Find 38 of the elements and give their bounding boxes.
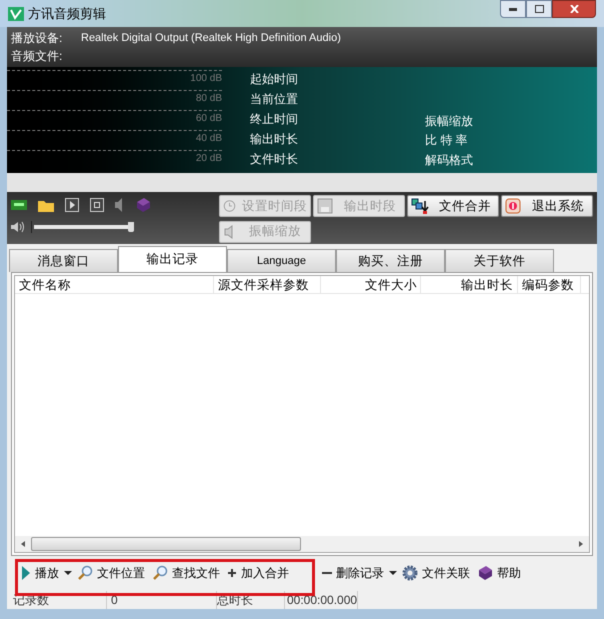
column-header[interactable]: 编码参数 [518,276,581,293]
toolbar-button[interactable]: 退出系统 [501,195,593,217]
column-header[interactable]: 文件大小 [321,276,421,293]
display-field-label: 文件时长 [250,151,299,168]
column-header[interactable]: 源文件采样参数 [214,276,321,293]
db-scale-label: 100 dB [190,72,222,86]
info-label: 播放设备: [11,30,64,47]
column-header[interactable]: 文件名称 [15,276,214,293]
toolbar-button[interactable]: 文件合并 [407,195,499,217]
status-text: 00:00:00.000 [285,590,358,608]
tab[interactable]: 消息窗口 [9,249,118,272]
db-scale-label: 80 dB [196,92,222,106]
column-header[interactable]: 输出时长 [421,276,518,293]
tab[interactable]: 输出记录 [118,246,227,272]
tab[interactable]: 购买、注册 [336,249,445,272]
display-field-label: 终止时间 [250,111,299,128]
toolbar-button[interactable]: 删除记录 [320,561,386,585]
db-scale-label: 20 dB [196,152,222,166]
tab[interactable]: 关于软件 [445,249,554,272]
status-text: 0 [107,590,217,608]
db-scale-label: 40 dB [196,132,222,146]
display-field-label: 解码格式 [425,152,473,169]
toolbar-button[interactable]: 帮助 [475,561,523,585]
info-label: 音频文件: [11,48,64,65]
db-scale-label: 60 dB [196,112,222,126]
toolbar-button[interactable]: 文件关联 [400,561,472,585]
window-title: 方讯音频剪辑 [28,4,106,23]
info-value: Realtek Digital Output (Realtek High Definition Audio) [81,30,341,46]
toolbar-button[interactable]: 加入合并 [225,561,291,585]
display-field-label: 振幅缩放 [425,113,473,130]
display-field-label: 比 特 率 [425,132,469,150]
display-field-label: 当前位置 [250,91,299,108]
toolbar-button[interactable]: 播放 [19,561,61,585]
tab[interactable]: Language [227,249,336,272]
toolbar-button[interactable]: 查找文件 [150,561,222,585]
display-field-label: 输出时长 [250,131,299,148]
toolbar-button[interactable]: 文件位置 [75,561,147,585]
display-field-label: 起始时间 [250,71,299,88]
